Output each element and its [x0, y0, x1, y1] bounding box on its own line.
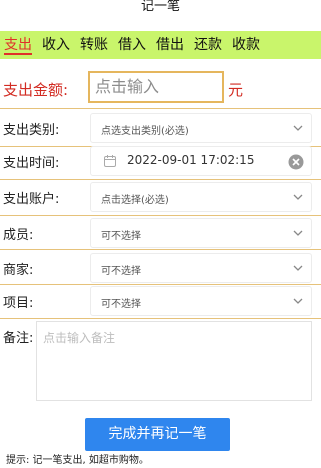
tab-income[interactable]: 收入 [42, 31, 70, 59]
tab-expense[interactable]: 支出 [4, 31, 32, 59]
divider [0, 215, 321, 216]
remark-textarea[interactable]: 点击输入备注 [36, 321, 312, 401]
tab-borrow-in[interactable]: 借入 [118, 31, 146, 59]
chevron-down-icon [293, 265, 303, 271]
project-select[interactable]: 可不选择 [90, 286, 312, 316]
remark-label: 备注: [3, 331, 34, 346]
time-picker[interactable]: 2022-09-01 17:02:15 [90, 146, 312, 176]
category-label: 支出类别: [3, 123, 60, 138]
divider [0, 284, 321, 285]
category-select[interactable]: 点选支出类别(必选) [90, 113, 312, 143]
merchant-label: 商家: [3, 263, 34, 278]
type-tabs: 支出 收入 转账 借入 借出 还款 收款 [0, 31, 321, 59]
member-value: 可不选择 [101, 231, 141, 242]
member-label: 成员: [3, 228, 34, 243]
project-row: 项目: 可不选择 [0, 286, 321, 318]
category-row: 支出类别: 点选支出类别(必选) [0, 113, 321, 145]
project-value: 可不选择 [101, 299, 141, 310]
category-value: 点选支出类别(必选) [101, 126, 189, 137]
merchant-select[interactable]: 可不选择 [90, 253, 312, 283]
tab-transfer[interactable]: 转账 [80, 31, 108, 59]
time-label: 支出时间: [3, 156, 60, 171]
account-row: 支出账户: 点击选择(必选) [0, 182, 321, 214]
merchant-value: 可不选择 [101, 266, 141, 277]
chevron-down-icon [293, 230, 303, 236]
amount-row: 支出金额: 点击输入 元 [0, 70, 321, 106]
time-value: 2022-09-01 17:02:15 [127, 153, 255, 167]
divider [0, 318, 321, 319]
member-row: 成员: 可不选择 [0, 218, 321, 250]
clear-icon[interactable] [288, 154, 304, 170]
account-select[interactable]: 点击选择(必选) [90, 182, 312, 212]
divider [0, 108, 321, 109]
amount-input[interactable]: 点击输入 [88, 71, 224, 103]
member-select[interactable]: 可不选择 [90, 218, 312, 248]
window-title: 记一笔 [140, 0, 180, 14]
chevron-down-icon [293, 298, 303, 304]
hint-text: 提示: 记一笔支出, 如超市购物。 [6, 455, 149, 466]
divider [0, 249, 321, 250]
divider [0, 179, 321, 180]
merchant-row: 商家: 可不选择 [0, 253, 321, 285]
chevron-down-icon [293, 125, 303, 131]
account-label: 支出账户: [3, 192, 60, 207]
amount-label: 支出金额: [3, 81, 69, 99]
tab-repay[interactable]: 还款 [194, 31, 222, 59]
time-row: 支出时间: 2022-09-01 17:02:15 [0, 146, 321, 178]
project-label: 项目: [3, 296, 34, 311]
chevron-down-icon [293, 194, 303, 200]
tab-lend-out[interactable]: 借出 [156, 31, 184, 59]
tab-collect[interactable]: 收款 [232, 31, 260, 59]
submit-again-button[interactable]: 完成并再记一笔 [85, 418, 230, 451]
amount-unit: 元 [228, 81, 244, 99]
calendar-icon [104, 155, 116, 167]
account-value: 点击选择(必选) [101, 195, 169, 206]
